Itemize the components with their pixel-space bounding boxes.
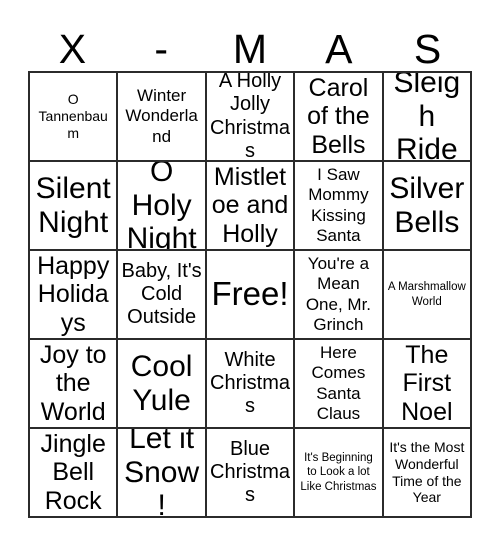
bingo-cell-label: I Saw Mommy Kissing Santa xyxy=(308,165,369,245)
bingo-row: Jingle Bell Rock Let it Snow! Blue Chris… xyxy=(30,429,473,518)
bingo-cell-label: Here Comes Santa Claus xyxy=(311,343,366,423)
bingo-cell[interactable]: Sleigh Ride xyxy=(383,73,473,162)
bingo-cell-label: Mistletoe and Holly xyxy=(211,162,289,248)
bingo-cell-label: The First Noel xyxy=(401,340,453,426)
bingo-cell[interactable]: The First Noel xyxy=(383,340,473,429)
bingo-cell[interactable]: Winter Wonderland xyxy=(118,73,207,162)
bingo-cell-label: Silent Night xyxy=(35,171,111,239)
header-letter-3: M xyxy=(232,26,268,72)
bingo-cell-label: O Tannenbaum xyxy=(38,91,108,141)
bingo-cell[interactable]: Mistletoe and Holly xyxy=(206,162,296,251)
bingo-cell-label: A Holly Jolly Christmas xyxy=(210,73,291,162)
bingo-cell-label: Winter Wonderland xyxy=(125,86,198,146)
bingo-cell-label: Jingle Bell Rock xyxy=(40,429,106,515)
bingo-cell-label: A Marshmallow World xyxy=(387,281,466,308)
bingo-cell[interactable]: It's Beginning to Look a lot Like Christ… xyxy=(295,429,384,518)
header-letter-1: X xyxy=(58,26,87,72)
bingo-row: Happy Holidays Baby, It's Cold Outside F… xyxy=(30,251,473,340)
bingo-cell-label: Sleigh Ride xyxy=(393,73,461,162)
bingo-cell[interactable]: Cool Yule xyxy=(118,340,207,429)
bingo-cell[interactable]: I Saw Mommy Kissing Santa xyxy=(295,162,384,251)
bingo-header: X - M A S xyxy=(28,14,472,71)
bingo-cell[interactable]: White Christmas xyxy=(206,340,296,429)
bingo-cell-label: Free! xyxy=(211,275,289,313)
bingo-row: Joy to the World Cool Yule White Christm… xyxy=(30,340,473,429)
bingo-cell[interactable]: Jingle Bell Rock xyxy=(30,429,119,518)
bingo-cell[interactable]: It's the Most Wonderful Time of the Year xyxy=(383,429,473,518)
bingo-cell[interactable]: Baby, It's Cold Outside xyxy=(118,251,207,340)
header-letter-5: S xyxy=(413,26,442,72)
bingo-cell-label: Silver Bells xyxy=(389,171,465,239)
bingo-row: Silent Night O Holy Night Mistletoe and … xyxy=(30,162,473,251)
bingo-cell[interactable]: Joy to the World xyxy=(30,340,119,429)
header-letter-2: - xyxy=(154,26,169,72)
bingo-cell[interactable]: You're a Mean One, Mr. Grinch xyxy=(295,251,384,340)
bingo-grid: O Tannenbaum Winter Wonderland A Holly J… xyxy=(28,71,473,518)
bingo-cell-label: Let it Snow! xyxy=(124,429,200,518)
bingo-cell-label: Cool Yule xyxy=(130,349,193,417)
bingo-cell[interactable]: Blue Christmas xyxy=(206,429,296,518)
bingo-cell[interactable]: O Tannenbaum xyxy=(30,73,119,162)
bingo-cell[interactable]: O Holy Night xyxy=(118,162,207,251)
bingo-cell-label: Happy Holidays xyxy=(37,251,110,337)
bingo-cell[interactable]: A Holly Jolly Christmas xyxy=(206,73,296,162)
bingo-cell-label: White Christmas xyxy=(210,348,291,418)
bingo-cell-label: Joy to the World xyxy=(39,340,107,426)
bingo-cell[interactable]: Let it Snow! xyxy=(118,429,207,518)
bingo-cell-label: O Holy Night xyxy=(126,162,197,251)
bingo-cell-label: It's the Most Wonderful Time of the Year xyxy=(389,438,465,506)
bingo-cell-label: Carol of the Bells xyxy=(307,73,370,159)
bingo-cell[interactable]: Silver Bells xyxy=(383,162,473,251)
bingo-cell[interactable]: Silent Night xyxy=(30,162,119,251)
bingo-cell-free[interactable]: Free! xyxy=(206,251,296,340)
bingo-cell[interactable]: Carol of the Bells xyxy=(295,73,384,162)
bingo-card: X - M A S O Tannenbaum Winter Wonderland… xyxy=(28,14,473,518)
bingo-cell-label: Blue Christmas xyxy=(210,437,291,507)
bingo-cell[interactable]: Happy Holidays xyxy=(30,251,119,340)
header-letter-4: A xyxy=(325,26,353,72)
bingo-cell[interactable]: Here Comes Santa Claus xyxy=(295,340,384,429)
bingo-cell-label: Baby, It's Cold Outside xyxy=(121,259,202,329)
bingo-row: O Tannenbaum Winter Wonderland A Holly J… xyxy=(30,73,473,162)
bingo-cell[interactable]: A Marshmallow World xyxy=(383,251,473,340)
bingo-cell-label: It's Beginning to Look a lot Like Christ… xyxy=(300,451,377,493)
bingo-cell-label: You're a Mean One, Mr. Grinch xyxy=(305,254,372,334)
